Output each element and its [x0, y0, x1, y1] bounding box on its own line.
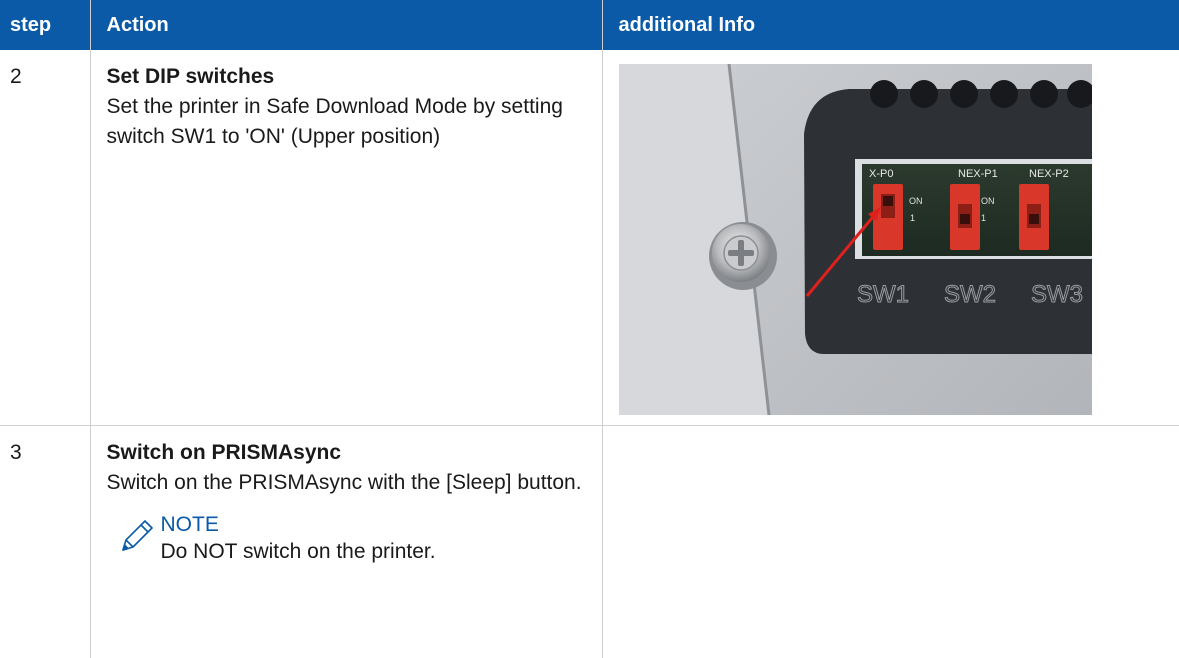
table-row: 2 Set DIP switches Set the printer in Sa… [0, 50, 1179, 426]
table-row: 3 Switch on PRISMAsync Switch on the PRI… [0, 426, 1179, 658]
dip-switch-photo: X-P0 NEX-P1 NEX-P2 ON ON 1 1 [619, 64, 1092, 415]
photo-label-on-2: ON [981, 196, 995, 206]
action-cell: Set DIP switches Set the printer in Safe… [90, 50, 602, 426]
photo-label-one-1: 1 [910, 213, 915, 223]
header-action: Action [90, 0, 602, 50]
procedure-table: step Action additional Info 2 Set DIP sw… [0, 0, 1179, 658]
action-text: Set the printer in Safe Download Mode by… [107, 92, 602, 152]
photo-label-sw2: SW2 [944, 281, 996, 308]
step-number: 3 [0, 426, 90, 658]
header-additional-info: additional Info [602, 0, 1179, 50]
action-title: Set DIP switches [107, 62, 602, 92]
header-step: step [0, 0, 90, 50]
photo-label-sw1: SW1 [857, 281, 909, 308]
info-cell: X-P0 NEX-P1 NEX-P2 ON ON 1 1 [602, 50, 1179, 426]
photo-label-one-2: 1 [981, 213, 986, 223]
action-text: Switch on the PRISMAsync with the [Sleep… [107, 468, 602, 498]
step-number: 2 [0, 50, 90, 426]
action-title: Switch on PRISMAsync [107, 438, 602, 468]
photo-label-nexp1: NEX-P1 [958, 168, 998, 180]
photo-label-on-1: ON [909, 196, 923, 206]
photo-label-nexp2: NEX-P2 [1029, 168, 1069, 180]
note-title: NOTE [161, 512, 602, 538]
photo-label-sw3: SW3 [1031, 281, 1083, 308]
pencil-icon [115, 516, 155, 556]
note-text: Do NOT switch on the printer. [161, 538, 602, 566]
note-box: NOTE Do NOT switch on the printer. [107, 512, 602, 566]
table-header-row: step Action additional Info [0, 0, 1179, 50]
action-cell: Switch on PRISMAsync Switch on the PRISM… [90, 426, 602, 658]
photo-label-xp0: X-P0 [869, 168, 893, 180]
info-cell [602, 426, 1179, 658]
